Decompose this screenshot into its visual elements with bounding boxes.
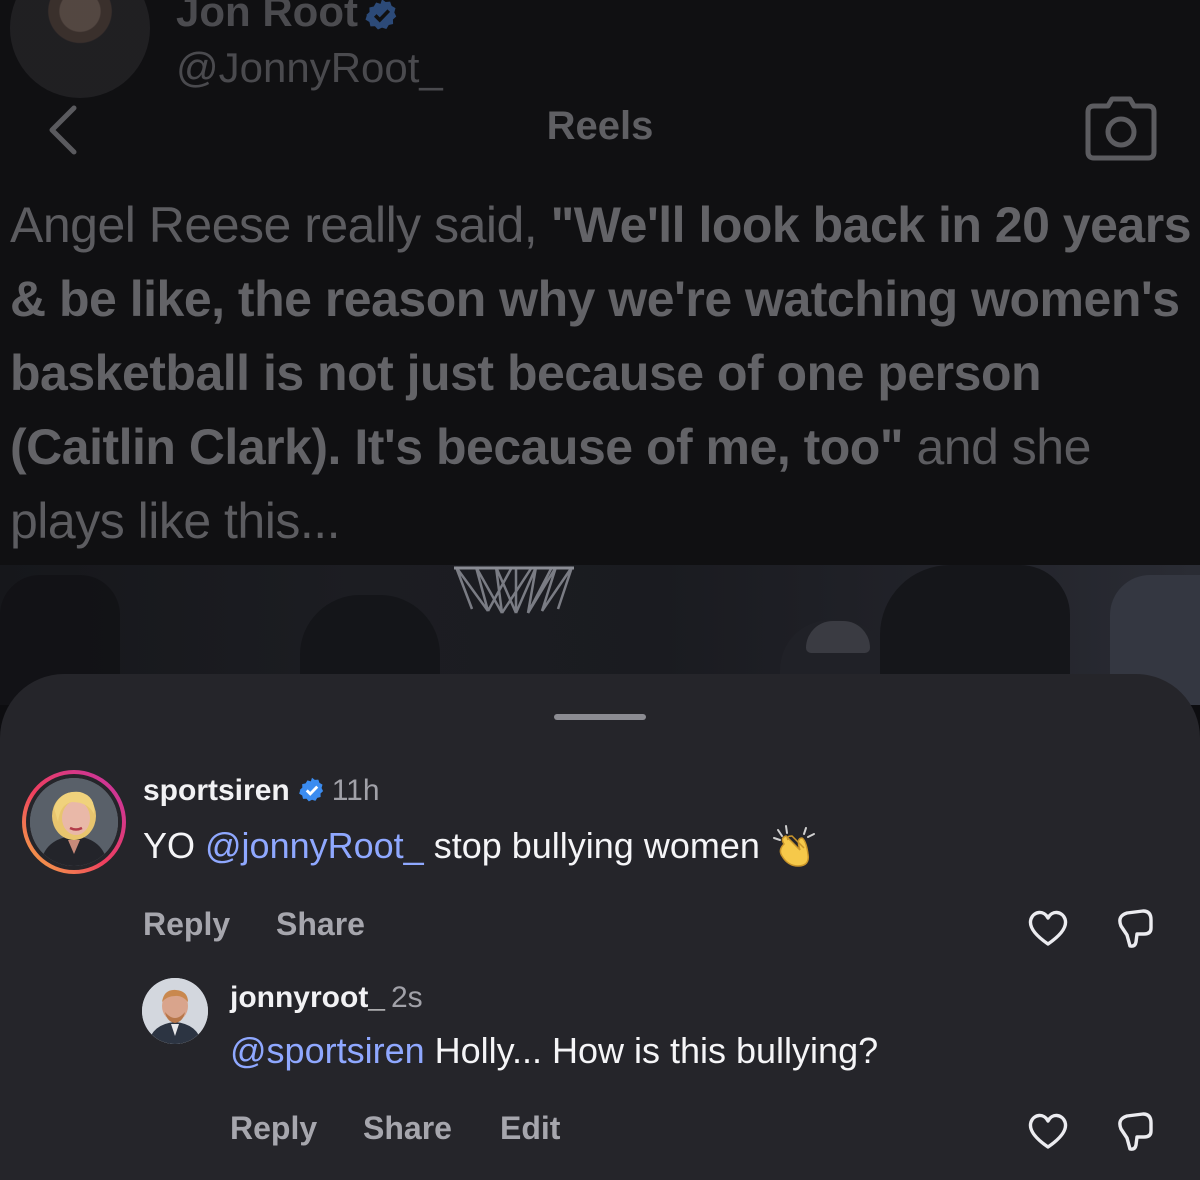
avatar[interactable] [30, 778, 118, 866]
comments-sheet: sportsiren 11h YO @jonnyRoot_ stop bullyi… [0, 674, 1200, 1180]
author-avatar[interactable] [10, 0, 150, 98]
comment-timestamp: 11h [331, 774, 380, 807]
heart-icon[interactable] [1026, 1109, 1070, 1153]
comment-text: stop bullying women [423, 825, 760, 866]
author-name-text: Jon Root [176, 0, 358, 35]
heart-icon[interactable] [1026, 906, 1070, 950]
camera-icon[interactable] [1084, 96, 1158, 162]
edit-button[interactable]: Edit [500, 1110, 560, 1147]
mention-link[interactable]: @sportsiren [230, 1030, 425, 1071]
comment-username[interactable]: jonnyroot_ [230, 981, 385, 1014]
reply-button[interactable]: Reply [230, 1110, 317, 1147]
reel-overlay: Jon Root @JonnyRoot_ Reels Angel Reese r… [0, 0, 1200, 565]
reels-comments-screen: Jon Root @JonnyRoot_ Reels Angel Reese r… [0, 0, 1200, 1180]
comment-username[interactable]: sportsiren [143, 774, 290, 807]
reply-button[interactable]: Reply [143, 906, 230, 943]
comment-header: jonnyroot_ 2s [230, 981, 423, 1015]
author-handle[interactable]: @JonnyRoot_ [176, 44, 443, 92]
page-title: Reels [546, 104, 654, 148]
basketball-net-image [454, 566, 574, 614]
comment-timestamp: 2s [391, 981, 423, 1014]
avatar-image [30, 778, 118, 866]
comment-header: sportsiren 11h [143, 774, 380, 808]
caption-lead: Angel Reese really said, [10, 197, 551, 253]
comment-body: @sportsiren Holly... How is this bullyin… [230, 1030, 878, 1072]
mention-link[interactable]: @jonnyRoot_ [205, 825, 424, 866]
avatar[interactable] [142, 978, 208, 1044]
share-button[interactable]: Share [276, 906, 365, 943]
verified-badge-icon [365, 0, 397, 30]
comment-text-prefix: YO [143, 825, 206, 866]
dislike-icon[interactable] [1113, 906, 1157, 950]
dislike-icon[interactable] [1113, 1109, 1157, 1153]
sheet-grabber[interactable] [554, 714, 646, 720]
reel-caption: Angel Reese really said, "We'll look bac… [10, 188, 1195, 558]
story-ring[interactable] [22, 770, 126, 874]
author-name[interactable]: Jon Root [176, 0, 400, 36]
avatar-image [142, 978, 208, 1044]
verified-badge-icon [298, 777, 323, 802]
comment-text: Holly... How is this bullying? [424, 1030, 879, 1071]
share-button[interactable]: Share [363, 1110, 452, 1147]
clapping-hands-icon [772, 825, 815, 867]
comment-body: YO @jonnyRoot_ stop bullying women [143, 824, 818, 868]
